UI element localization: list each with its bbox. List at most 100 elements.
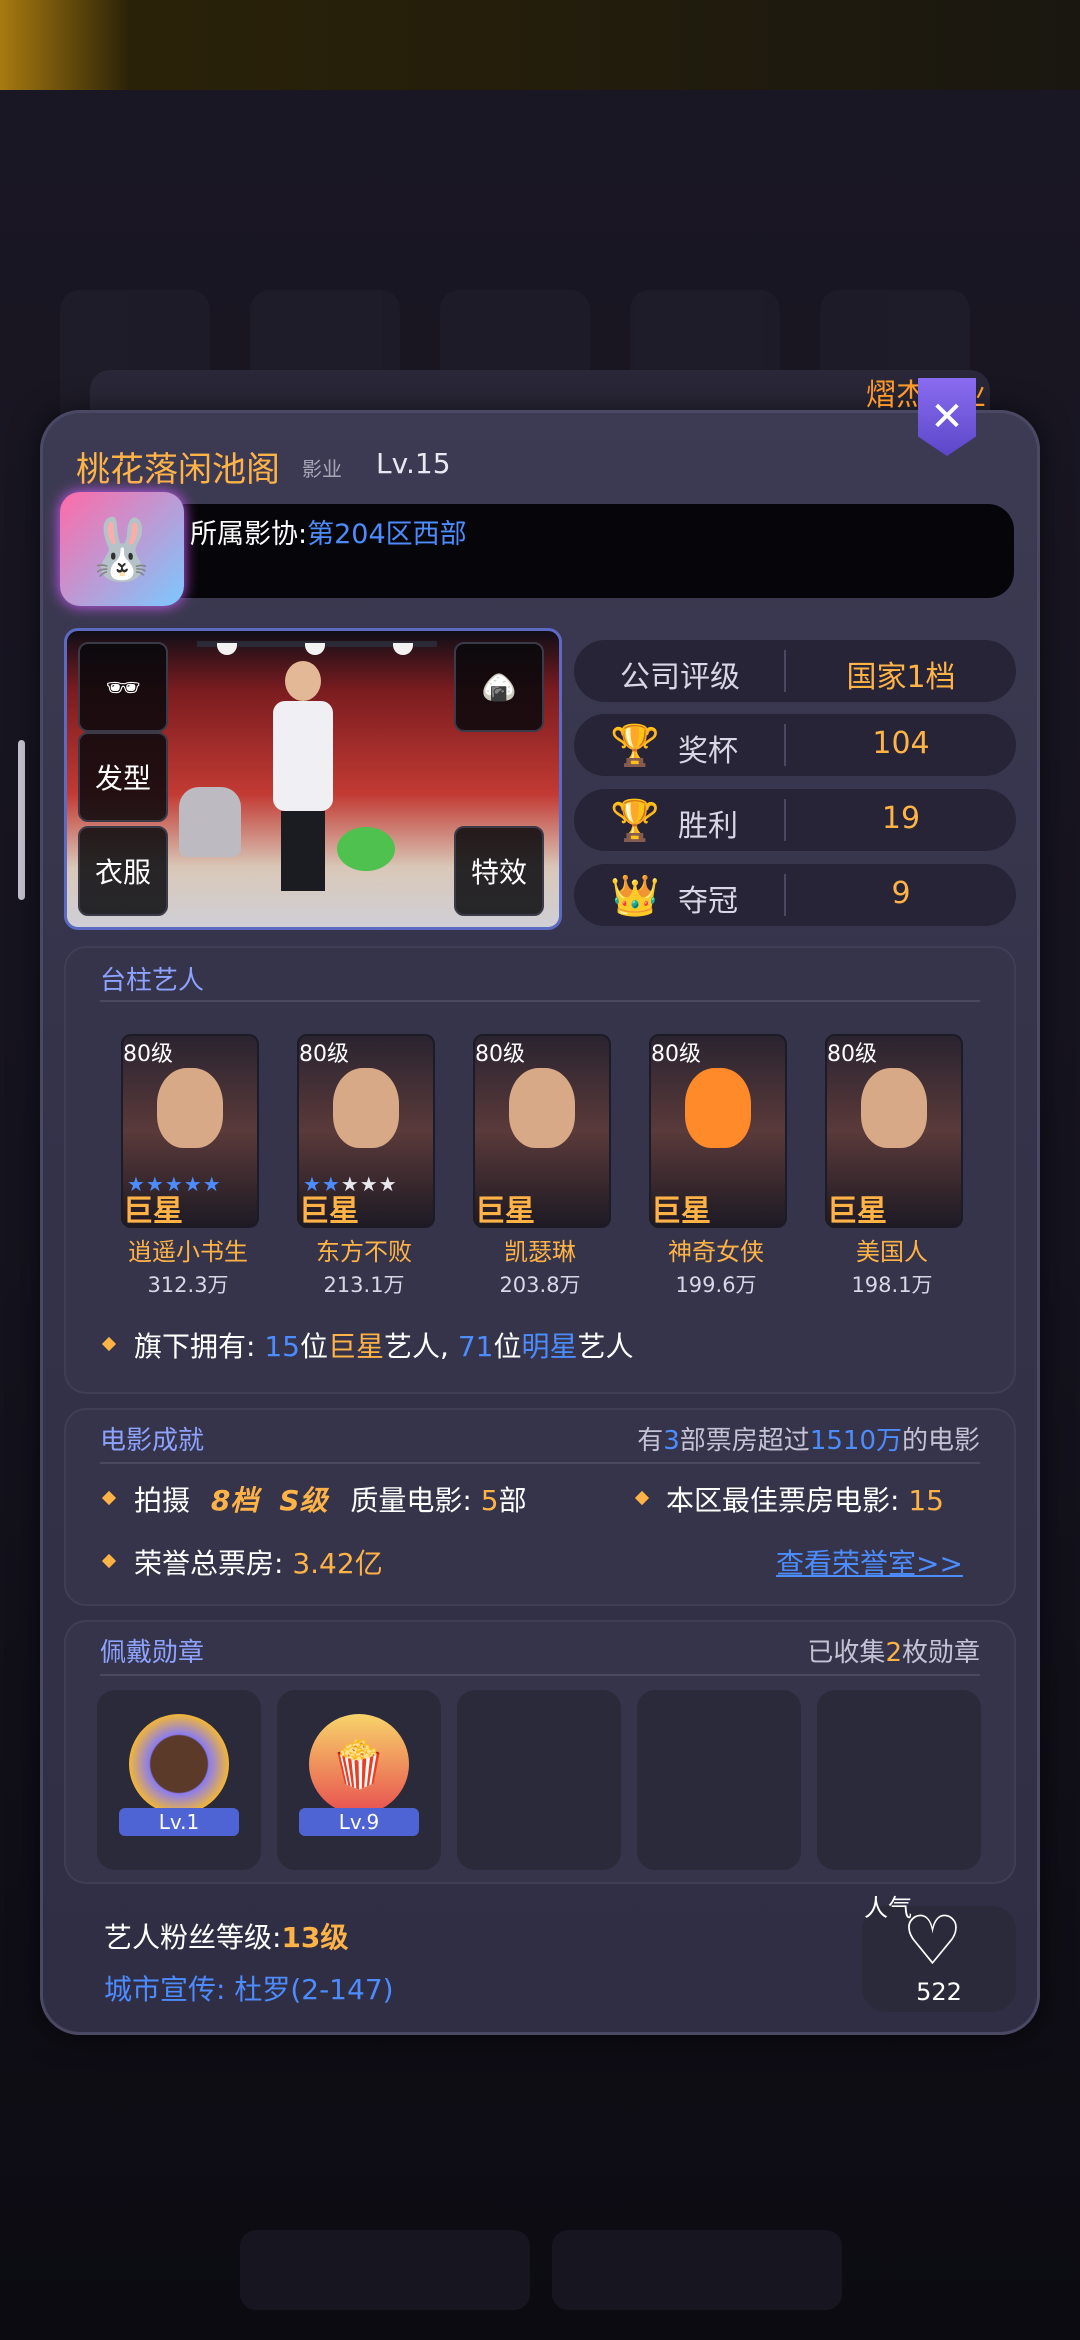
company-type: 影业: [302, 457, 342, 481]
artist-portrait: 80级 ★★★★★ 巨星: [297, 1034, 435, 1228]
chair-icon: [179, 787, 241, 857]
stat-value: 国家1档: [846, 660, 956, 695]
popcorn-medal-icon: 🍿: [309, 1714, 409, 1814]
summary-suffix: 艺人: [577, 1330, 634, 1363]
stat-label: 公司评级: [620, 660, 740, 695]
section-divider: [100, 1000, 980, 1002]
victory-cup-icon: 🏆: [610, 797, 660, 844]
best-label: 本区最佳票房电影:: [666, 1484, 909, 1517]
accessory-button[interactable]: 🕶: [78, 642, 168, 732]
pet-button[interactable]: 🍙: [454, 642, 544, 732]
total-boxoffice-line: 荣誉总票房: 3.42亿: [134, 1542, 383, 1582]
superstar-count: 15: [264, 1330, 300, 1363]
popularity-value: 522: [916, 1978, 962, 2006]
pet-thumbnail-icon: 🍙: [481, 670, 517, 704]
pet-icon: [337, 827, 395, 871]
artist-tag: 巨星: [123, 1194, 183, 1228]
city-promotion: 城市宣传: 杜罗(2-147): [104, 1968, 394, 2008]
fan-level: 艺人粉丝等级:13级: [104, 1916, 348, 1956]
background-bottom-button: [240, 2230, 530, 2310]
artist-name: 美国人: [856, 1238, 928, 1266]
city-label: 城市宣传:: [104, 1973, 235, 2006]
artist-fans: 198.1万: [851, 1273, 933, 1297]
artist-level: 80级: [651, 1042, 701, 1067]
movies-summary-prefix: 有: [637, 1426, 664, 1456]
artist-name: 凯瑟琳: [504, 1238, 576, 1266]
quality-label: 质量电影:: [350, 1484, 481, 1517]
sunglasses-icon: 🕶: [105, 670, 141, 704]
company-name: 桃花落闲池阁: [76, 450, 280, 490]
medal-slot[interactable]: 🍿 Lv.9: [277, 1690, 441, 1870]
stat-label: 夺冠: [678, 884, 738, 919]
character-legs: [281, 811, 325, 891]
effects-button[interactable]: 特效: [454, 826, 544, 916]
medal-slot[interactable]: Lv.1: [97, 1690, 261, 1870]
medals-summary-suffix: 枚勋章: [901, 1638, 980, 1668]
medals-summary-prefix: 已收集: [807, 1638, 886, 1668]
artist-portrait: 80级 巨星: [825, 1034, 963, 1228]
medal-slot-empty[interactable]: [817, 1690, 981, 1870]
character-figure: [273, 661, 333, 891]
artist-card[interactable]: 80级 ★★★★★ 巨星 逍遥小书生 312.3万: [121, 1034, 259, 1299]
shoot-label: 拍摄: [134, 1484, 191, 1517]
artist-level: 80级: [299, 1042, 349, 1067]
medal-slot-empty[interactable]: [637, 1690, 801, 1870]
summary-mid: 位: [299, 1330, 328, 1363]
artist-fans: 203.8万: [499, 1273, 581, 1297]
status-bar: [0, 0, 1080, 90]
medal-level: Lv.1: [119, 1808, 239, 1836]
artist-fans: 312.3万: [147, 1273, 229, 1297]
stat-trophies: 🏆 奖杯 104: [574, 714, 1016, 776]
clothes-button[interactable]: 衣服: [78, 826, 168, 916]
scroll-indicator[interactable]: [18, 740, 25, 900]
honor-room-link[interactable]: 查看荣誉室>>: [776, 1542, 963, 1582]
section-title: 电影成就: [100, 1426, 205, 1456]
artist-face: [333, 1068, 399, 1148]
character-body: [273, 701, 333, 811]
stage-light-icon: [305, 643, 325, 655]
artists-summary: 旗下拥有: 15位巨星艺人, 71位明星艺人: [134, 1325, 634, 1365]
heart-icon[interactable]: ♡: [902, 1908, 963, 1976]
summary-mid: 位: [493, 1330, 522, 1363]
artist-name: 神奇女侠: [668, 1238, 764, 1266]
artist-card[interactable]: 80级 ★★★★★ 巨星 东方不败 213.1万: [297, 1034, 435, 1299]
hair-button[interactable]: 发型: [78, 732, 168, 822]
quality-count: 5: [480, 1484, 499, 1517]
artist-fans: 199.6万: [675, 1273, 757, 1297]
artist-card[interactable]: 80级 巨星 美国人 198.1万: [825, 1034, 963, 1299]
best-movie-line: 本区最佳票房电影: 15: [666, 1479, 944, 1519]
artist-portrait: 80级 巨星: [649, 1034, 787, 1228]
artist-level: 80级: [827, 1042, 877, 1067]
artist-name: 逍遥小书生: [128, 1238, 248, 1266]
artist-face: [685, 1068, 751, 1148]
city-value[interactable]: 杜罗(2-147): [234, 1973, 393, 2006]
avatar[interactable]: 🐰: [60, 492, 184, 606]
artist-portrait: 80级 ★★★★★ 巨星: [121, 1034, 259, 1228]
movies-count: 3: [663, 1426, 680, 1456]
movies-summary-suffix: 的电影: [901, 1426, 980, 1456]
association-label: 所属影协:: [190, 519, 308, 550]
best-value: 15: [908, 1484, 944, 1517]
section-title: 佩戴勋章: [100, 1638, 205, 1668]
section-divider: [100, 1674, 980, 1676]
quality-unit: 部: [498, 1484, 527, 1517]
artist-face: [509, 1068, 575, 1148]
section-divider: [100, 1462, 980, 1464]
artist-tag: 巨星: [827, 1194, 887, 1228]
artist-card[interactable]: 80级 巨星 神奇女侠 199.6万: [649, 1034, 787, 1299]
stat-value: 9: [891, 876, 911, 911]
medal-slot-empty[interactable]: [457, 1690, 621, 1870]
movies-summary-mid: 部票房超过: [679, 1426, 810, 1456]
shoot-line: 拍摄 8档 S级 质量电影: 5部: [134, 1479, 527, 1519]
character-head: [285, 661, 321, 701]
company-level: Lv.15: [376, 447, 451, 480]
summary-prefix: 旗下拥有:: [134, 1330, 265, 1363]
stage-light-icon: [393, 643, 413, 655]
artist-tag: 巨星: [475, 1194, 535, 1228]
movies-summary: 有3部票房超过1510万的电影: [637, 1420, 980, 1457]
association-value[interactable]: 第204区西部: [307, 519, 467, 550]
artist-card[interactable]: 80级 巨星 凯瑟琳 203.8万: [473, 1034, 611, 1299]
artist-level: 80级: [475, 1042, 525, 1067]
shoot-grade: 8档: [210, 1484, 259, 1517]
total-value: 3.42亿: [292, 1547, 383, 1580]
